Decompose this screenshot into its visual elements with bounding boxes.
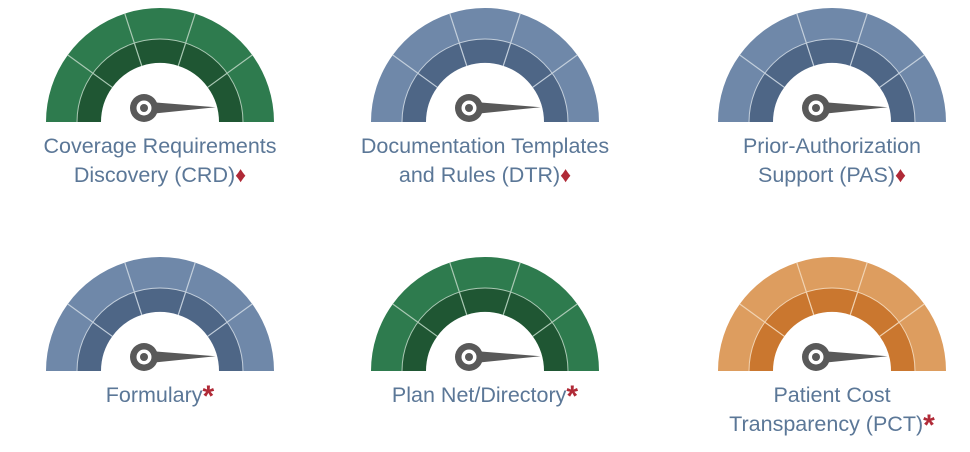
gauge-tile-pas: Prior-Authorization Support (PAS)♦ bbox=[672, 8, 970, 190]
gauge-inner-segment bbox=[134, 38, 186, 66]
gauge-hub-center bbox=[465, 353, 473, 361]
gauge-pct bbox=[718, 257, 946, 372]
gauge-label-line: Documentation Templates bbox=[360, 134, 610, 158]
gauge-formulary bbox=[46, 257, 274, 372]
gauge-tile-plan-net: Plan Net/Directory* bbox=[325, 257, 645, 413]
gauge-hub-center bbox=[812, 353, 820, 361]
gauge-plan-net bbox=[371, 257, 599, 372]
gauge-hub-center bbox=[465, 104, 473, 112]
gauge-label-line: Coverage Requirements bbox=[43, 134, 277, 158]
asterisk-marker-icon: * bbox=[202, 380, 215, 413]
asterisk-marker-icon: * bbox=[566, 380, 579, 413]
gauge-tile-formulary: Formulary* bbox=[0, 257, 320, 413]
diamond-marker-icon: ♦ bbox=[235, 163, 247, 187]
gauge-inner-segment bbox=[806, 287, 858, 315]
gauge-inner-segment bbox=[459, 38, 511, 66]
gauge-label-line: Prior-Authorization bbox=[742, 134, 922, 158]
diamond-marker-icon: ♦ bbox=[560, 163, 572, 187]
gauge-tile-pct: Patient Cost Transparency (PCT)* bbox=[672, 257, 970, 442]
gauge-label-line: and Rules (DTR) bbox=[398, 163, 561, 187]
gauge-label-line: Patient Cost bbox=[773, 383, 891, 407]
diamond-marker-icon: ♦ bbox=[895, 163, 906, 187]
gauge-outer-segment bbox=[796, 8, 868, 44]
gauge-label-line: Formulary bbox=[105, 383, 203, 407]
gauge-label-crd: Coverage Requirements Discovery (CRD)♦ bbox=[0, 132, 320, 190]
gauge-label-dtr: Documentation Templates and Rules (DTR)♦ bbox=[325, 132, 645, 190]
gauge-dtr bbox=[371, 8, 599, 123]
gauge-outer-segment bbox=[124, 8, 196, 44]
asterisk-marker-icon: * bbox=[923, 409, 935, 442]
gauge-label-line: Discovery (CRD) bbox=[73, 163, 236, 187]
gauge-hub-center bbox=[140, 353, 148, 361]
gauge-crd bbox=[46, 8, 274, 123]
gauge-label-line: Transparency (PCT) bbox=[729, 412, 924, 436]
gauge-pas bbox=[718, 8, 946, 123]
gauge-label-formulary: Formulary* bbox=[0, 380, 320, 413]
gauge-inner-segment bbox=[806, 38, 858, 66]
gauge-outer-segment bbox=[449, 8, 521, 44]
gauge-tile-dtr: Documentation Templates and Rules (DTR)♦ bbox=[325, 8, 645, 190]
gauge-label-pas: Prior-Authorization Support (PAS)♦ bbox=[672, 132, 970, 190]
gauge-label-pct: Patient Cost Transparency (PCT)* bbox=[672, 381, 970, 442]
gauge-label-plan-net: Plan Net/Directory* bbox=[325, 380, 645, 413]
gauge-inner-segment bbox=[459, 287, 511, 315]
gauge-outer-segment bbox=[124, 257, 196, 293]
gauge-outer-segment bbox=[796, 257, 868, 293]
gauge-hub-center bbox=[140, 104, 148, 112]
gauge-inner-segment bbox=[134, 287, 186, 315]
gauge-tile-crd: Coverage Requirements Discovery (CRD)♦ bbox=[0, 8, 320, 190]
gauge-label-line: Plan Net/Directory bbox=[391, 383, 567, 407]
gauge-hub-center bbox=[812, 104, 820, 112]
gauge-label-line: Support (PAS) bbox=[757, 163, 896, 187]
gauge-outer-segment bbox=[449, 257, 521, 293]
